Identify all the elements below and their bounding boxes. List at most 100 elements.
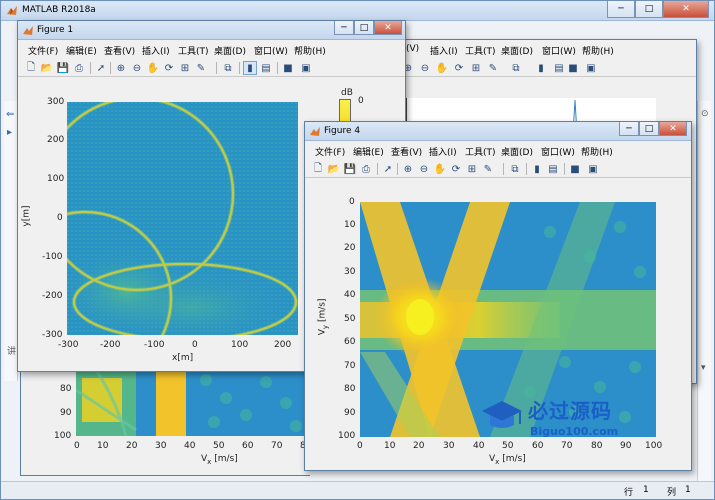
figure1-titlebar[interactable]: Figure 1 ─ □ ✕: [18, 21, 405, 40]
zoom-out-icon[interactable]: ⊖: [417, 162, 431, 176]
figure4-xtick: 20: [413, 441, 425, 451]
menu-window[interactable]: 窗口(W): [541, 145, 575, 158]
show-plot-tools-icon[interactable]: ▣: [584, 61, 598, 75]
save-icon[interactable]: 💾: [56, 61, 70, 75]
main-maximize-button[interactable]: □: [635, 1, 663, 18]
legend-icon[interactable]: ▤: [546, 162, 560, 176]
figure1-minimize-button[interactable]: ─: [334, 21, 354, 35]
figure1-maximize-button[interactable]: □: [354, 21, 374, 35]
menu-desktop[interactable]: 桌面(D): [501, 44, 533, 57]
print-icon[interactable]: ⎙: [359, 162, 373, 176]
hide-plot-tools-icon[interactable]: ■: [566, 61, 580, 75]
panel-collapse-icon[interactable]: ⊙: [701, 109, 709, 119]
edit-plot-icon[interactable]: ➚: [381, 162, 395, 176]
menu-file[interactable]: 文件(F): [28, 44, 58, 57]
link-icon[interactable]: ⧉: [508, 162, 522, 176]
brush-icon[interactable]: ✎: [194, 61, 208, 75]
folder-nav-icon[interactable]: ▸: [7, 127, 12, 138]
figure-icon: [22, 25, 34, 37]
menu-insert[interactable]: 插入(I): [142, 44, 170, 57]
zoom-out-icon[interactable]: ⊖: [418, 61, 432, 75]
zoom-out-icon[interactable]: ⊖: [130, 61, 144, 75]
menu-window[interactable]: 窗口(W): [542, 44, 576, 57]
menu-window[interactable]: 窗口(W): [254, 44, 288, 57]
figure4-toolbar: 🗋 📂 💾 ⎙ ➚ ⊕ ⊖ ✋ ⟳ ⊞ ✎ ⧉ ▮ ▤ ■ ▣: [305, 160, 691, 178]
menu-view[interactable]: (V): [406, 44, 419, 54]
legend-icon[interactable]: ▤: [259, 61, 273, 75]
main-titlebar[interactable]: MATLAB R2018a ─ □ ✕: [1, 1, 714, 21]
figure4-ytick: 20: [344, 243, 356, 253]
figure4-ytick: 50: [344, 314, 356, 324]
data-cursor-icon[interactable]: ⊞: [469, 61, 483, 75]
behind-ytick: 80: [60, 384, 72, 394]
brush-icon[interactable]: ✎: [481, 162, 495, 176]
print-icon[interactable]: ⎙: [72, 61, 86, 75]
figure-behind-bottom-strip: 80 90 100 0 10 20 30 40 50 60 70 80 Vx […: [20, 370, 311, 476]
data-cursor-icon[interactable]: ⊞: [465, 162, 479, 176]
rotate-icon[interactable]: ⟳: [449, 162, 463, 176]
scroll-down-icon[interactable]: ▾: [701, 363, 706, 373]
menu-edit[interactable]: 编辑(E): [353, 145, 384, 158]
colorbar-icon[interactable]: ▮: [530, 162, 544, 176]
menu-desktop[interactable]: 桌面(D): [214, 44, 246, 57]
pan-icon[interactable]: ✋: [435, 61, 449, 75]
menu-tools[interactable]: 工具(T): [178, 44, 209, 57]
toolbar-separator: [110, 62, 111, 74]
figure1-close-button[interactable]: ✕: [374, 21, 402, 35]
link-icon[interactable]: ⧉: [509, 61, 523, 75]
colorbar-top-tick: 0: [358, 96, 364, 106]
zoom-in-icon[interactable]: ⊕: [114, 61, 128, 75]
menu-view[interactable]: 查看(V): [391, 145, 422, 158]
status-bar: 行 1 列 1: [1, 481, 714, 499]
data-cursor-icon[interactable]: ⊞: [178, 61, 192, 75]
figure4-titlebar[interactable]: Figure 4 ─ □ ✕: [305, 122, 691, 141]
menu-file[interactable]: 文件(F): [315, 145, 345, 158]
watermark: 必过源码 Biguo100.com: [480, 393, 686, 445]
colorbar-icon[interactable]: ▮: [534, 61, 548, 75]
menu-insert[interactable]: 插入(I): [429, 145, 457, 158]
new-figure-icon[interactable]: 🗋: [24, 61, 38, 75]
link-icon[interactable]: ⧉: [221, 61, 235, 75]
save-icon[interactable]: 💾: [343, 162, 357, 176]
hide-plot-tools-icon[interactable]: ■: [568, 162, 582, 176]
open-file-icon[interactable]: 📂: [327, 162, 341, 176]
legend-icon[interactable]: ▤: [552, 61, 566, 75]
figure4-ytick: 70: [344, 361, 356, 371]
edit-plot-icon[interactable]: ➚: [94, 61, 108, 75]
menu-view[interactable]: 查看(V): [104, 44, 135, 57]
behind-xtick: 10: [97, 441, 109, 451]
show-plot-tools-icon[interactable]: ▣: [299, 61, 313, 75]
main-close-button[interactable]: ✕: [663, 1, 709, 18]
menu-help[interactable]: 帮助(H): [582, 44, 614, 57]
menu-tools[interactable]: 工具(T): [465, 44, 496, 57]
pan-icon[interactable]: ✋: [433, 162, 447, 176]
menu-edit[interactable]: 编辑(E): [66, 44, 97, 57]
figure1-ytick: -300: [42, 330, 63, 340]
brush-icon[interactable]: ✎: [486, 61, 500, 75]
rotate-icon[interactable]: ⟳: [452, 61, 466, 75]
show-plot-tools-icon[interactable]: ▣: [586, 162, 600, 176]
menu-help[interactable]: 帮助(H): [581, 145, 613, 158]
figure4-maximize-button[interactable]: □: [639, 122, 659, 136]
figure4-close-button[interactable]: ✕: [659, 122, 687, 136]
menu-help[interactable]: 帮助(H): [294, 44, 326, 57]
menu-desktop[interactable]: 桌面(D): [501, 145, 533, 158]
menu-insert[interactable]: 插入(I): [430, 44, 458, 57]
hide-plot-tools-icon[interactable]: ■: [281, 61, 295, 75]
pan-icon[interactable]: ✋: [146, 61, 160, 75]
menu-tools[interactable]: 工具(T): [465, 145, 496, 158]
zoom-in-icon[interactable]: ⊕: [401, 162, 415, 176]
rotate-icon[interactable]: ⟳: [162, 61, 176, 75]
command-window-tab[interactable]: 讲: [7, 344, 16, 357]
toolbar-separator: [503, 163, 504, 175]
colorbar-icon[interactable]: ▮: [243, 61, 257, 75]
main-minimize-button[interactable]: ─: [607, 1, 635, 18]
figure4-minimize-button[interactable]: ─: [619, 122, 639, 136]
back-arrow-icon[interactable]: ⇐: [6, 109, 14, 120]
open-file-icon[interactable]: 📂: [40, 61, 54, 75]
figure4-ytick: 40: [344, 290, 356, 300]
figure1-xtick: 0: [192, 340, 198, 350]
figure4-ytick: 0: [349, 197, 355, 207]
behind-ytick: 90: [60, 408, 72, 418]
new-figure-icon[interactable]: 🗋: [311, 162, 325, 176]
